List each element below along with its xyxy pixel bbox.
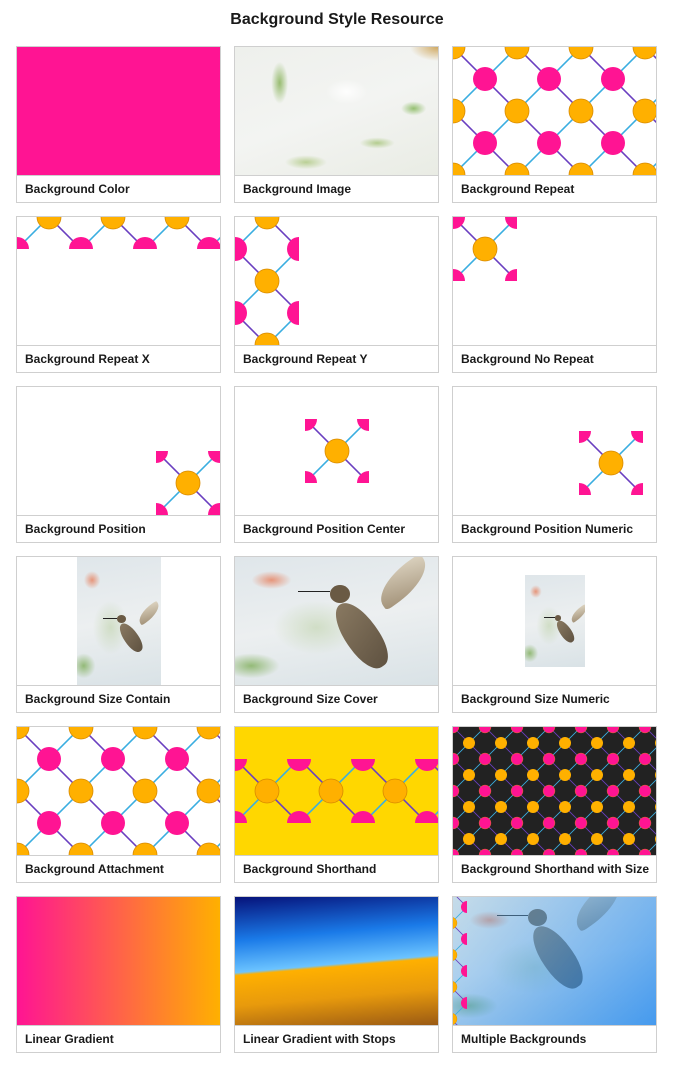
swatch-background-shorthand bbox=[235, 727, 438, 856]
card-label: Background Attachment bbox=[25, 862, 164, 876]
swatch-background-image bbox=[235, 47, 438, 176]
card-label: Background Position bbox=[25, 522, 146, 536]
card-background-repeat-x: Background Repeat X bbox=[16, 216, 221, 373]
bird-beak bbox=[297, 591, 330, 593]
bird-beak bbox=[102, 617, 118, 619]
card-label: Background No Repeat bbox=[461, 352, 594, 366]
card-background-position-center: Background Position Center bbox=[234, 386, 439, 543]
swatch-multiple-backgrounds bbox=[453, 897, 656, 1026]
swatch-linear-gradient bbox=[17, 897, 220, 1026]
card-background-repeat: Background Repeat bbox=[452, 46, 657, 203]
swatch-background-no-repeat bbox=[453, 217, 656, 346]
card-label: Linear Gradient bbox=[25, 1032, 114, 1046]
card-background-size-cover: Background Size Cover bbox=[234, 556, 439, 713]
hummingbird-photo bbox=[525, 575, 585, 667]
card-background-position-numeric: Background Position Numeric bbox=[452, 386, 657, 543]
swatch-background-size-cover bbox=[235, 557, 438, 686]
hummingbird-photo bbox=[453, 897, 656, 1025]
bird-wing bbox=[134, 600, 161, 626]
swatch-linear-gradient-stops bbox=[235, 897, 438, 1026]
card-background-shorthand: Background Shorthand bbox=[234, 726, 439, 883]
card-background-size-contain: Background Size Contain bbox=[16, 556, 221, 713]
bird-wing bbox=[568, 604, 585, 624]
card-label: Background Repeat Y bbox=[243, 352, 368, 366]
card-label: Background Color bbox=[25, 182, 130, 196]
hummingbird-photo bbox=[77, 557, 161, 685]
swatch-background-size-contain bbox=[17, 557, 220, 686]
pattern-strip bbox=[453, 897, 473, 1025]
swatch-background-repeat-x bbox=[17, 217, 220, 346]
bird-wing bbox=[370, 557, 435, 610]
swatch-background-attachment bbox=[17, 727, 220, 856]
card-label: Background Shorthand with Size bbox=[461, 862, 650, 876]
card-label: Background Repeat bbox=[461, 182, 575, 196]
card-background-shorthand-size: Background Shorthand with Size bbox=[452, 726, 657, 883]
swatch-background-position-center bbox=[235, 387, 438, 516]
card-background-no-repeat: Background No Repeat bbox=[452, 216, 657, 373]
card-background-repeat-y: Background Repeat Y bbox=[234, 216, 439, 373]
card-background-size-numeric: Background Size Numeric bbox=[452, 556, 657, 713]
swatch-background-position bbox=[17, 387, 220, 516]
card-multiple-backgrounds: Multiple Backgrounds bbox=[452, 896, 657, 1053]
swatch-background-color bbox=[17, 47, 220, 176]
card-label: Background Size Contain bbox=[25, 692, 171, 706]
card-background-color: Background Color bbox=[16, 46, 221, 203]
hummingbird-photo bbox=[235, 557, 438, 685]
card-label: Background Shorthand bbox=[243, 862, 377, 876]
card-background-position: Background Position bbox=[16, 386, 221, 543]
card-linear-gradient: Linear Gradient bbox=[16, 896, 221, 1053]
card-label: Background Image bbox=[243, 182, 352, 196]
swatch-background-shorthand-size bbox=[453, 727, 656, 856]
card-label: Background Repeat X bbox=[25, 352, 150, 366]
bird-head bbox=[117, 615, 126, 623]
card-label: Background Size Numeric bbox=[461, 692, 610, 706]
bird-beak bbox=[543, 617, 555, 619]
card-label: Linear Gradient with Stops bbox=[243, 1032, 396, 1046]
card-label: Background Size Cover bbox=[243, 692, 378, 706]
blue-gradient-overlay bbox=[453, 897, 656, 1025]
bird-head bbox=[330, 585, 350, 603]
card-label: Background Position Numeric bbox=[461, 522, 634, 536]
card-label: Background Position Center bbox=[243, 522, 406, 536]
swatch-background-repeat-y bbox=[235, 217, 438, 346]
card-label: Multiple Backgrounds bbox=[461, 1032, 587, 1046]
swatch-background-repeat bbox=[453, 47, 656, 176]
swatch-background-size-numeric bbox=[453, 557, 656, 686]
page-title: Background Style Resource bbox=[230, 11, 444, 28]
swatch-background-position-numeric bbox=[453, 387, 656, 516]
card-linear-gradient-stops: Linear Gradient with Stops bbox=[234, 896, 439, 1053]
card-background-image: Background Image bbox=[234, 46, 439, 203]
card-background-attachment: Background Attachment bbox=[16, 726, 221, 883]
